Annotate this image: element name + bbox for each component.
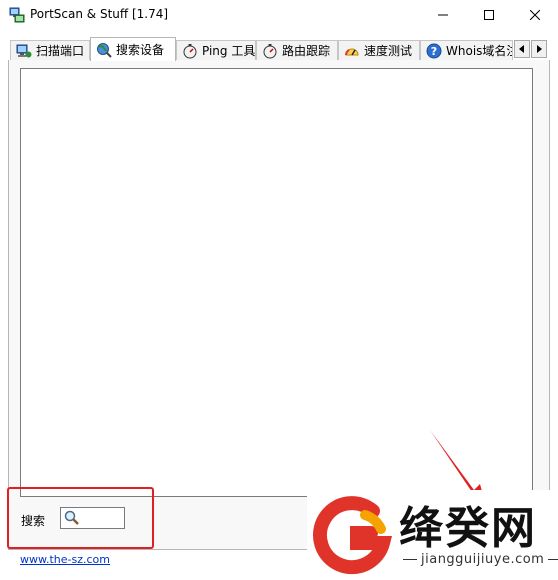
close-icon — [530, 10, 540, 20]
tab-scroll-right-button[interactable] — [531, 40, 547, 58]
tab-scroll-left-button[interactable] — [514, 40, 530, 58]
watermark-url-text: jiangguijiuye.com — [421, 552, 545, 567]
tab-speed-test[interactable]: 速度测试 — [338, 40, 420, 60]
highlight-frame — [7, 487, 154, 549]
tab-ping-tool[interactable]: Ping 工具 — [176, 40, 256, 60]
watermark-url: jiangguijiuye.com — [399, 552, 558, 567]
divider — [548, 559, 558, 560]
minimize-button[interactable] — [420, 0, 466, 30]
maximize-button[interactable] — [466, 0, 512, 30]
window-title: PortScan & Stuff [1.74] — [30, 7, 169, 21]
website-link[interactable]: www.the-sz.com — [20, 553, 110, 566]
watermark: 绛癸网 jiangguijiuye.com — [307, 490, 558, 580]
tab-search-devices[interactable]: 搜索设备 — [90, 37, 176, 61]
tab-traceroute[interactable]: 路由跟踪 — [256, 40, 338, 60]
tab-label: 扫描端口 — [36, 44, 85, 58]
svg-text:?: ? — [431, 45, 437, 58]
divider — [403, 559, 417, 560]
app-network-icon — [9, 7, 25, 23]
tab-label: Whois域名注 — [446, 44, 513, 58]
minimize-icon — [438, 14, 448, 16]
stopwatch-icon — [183, 43, 197, 58]
speedometer-icon — [345, 48, 359, 55]
watermark-title: 绛癸网 — [399, 503, 537, 554]
maximize-icon — [484, 10, 494, 20]
tab-label: 速度测试 — [364, 44, 413, 58]
tab-scan-ports[interactable]: 扫描端口 — [10, 40, 90, 60]
globe-search-icon — [97, 42, 112, 58]
tab-label: 路由跟踪 — [282, 44, 331, 58]
title-bar: PortScan & Stuff [1.74] — [0, 0, 558, 30]
tab-label: Ping 工具 — [202, 44, 256, 58]
tab-whois[interactable]: ? Whois域名注 — [420, 40, 513, 60]
tab-scroll-buttons — [514, 40, 548, 58]
close-button[interactable] — [512, 0, 558, 30]
arrow-right-icon — [537, 45, 542, 53]
help-circle-icon: ? — [426, 43, 442, 58]
stopwatch-icon — [263, 43, 277, 58]
brand-logo-icon — [312, 496, 393, 575]
network-computer-icon — [16, 44, 32, 57]
arrow-left-icon — [519, 45, 524, 53]
tab-label: 搜索设备 — [116, 43, 165, 57]
